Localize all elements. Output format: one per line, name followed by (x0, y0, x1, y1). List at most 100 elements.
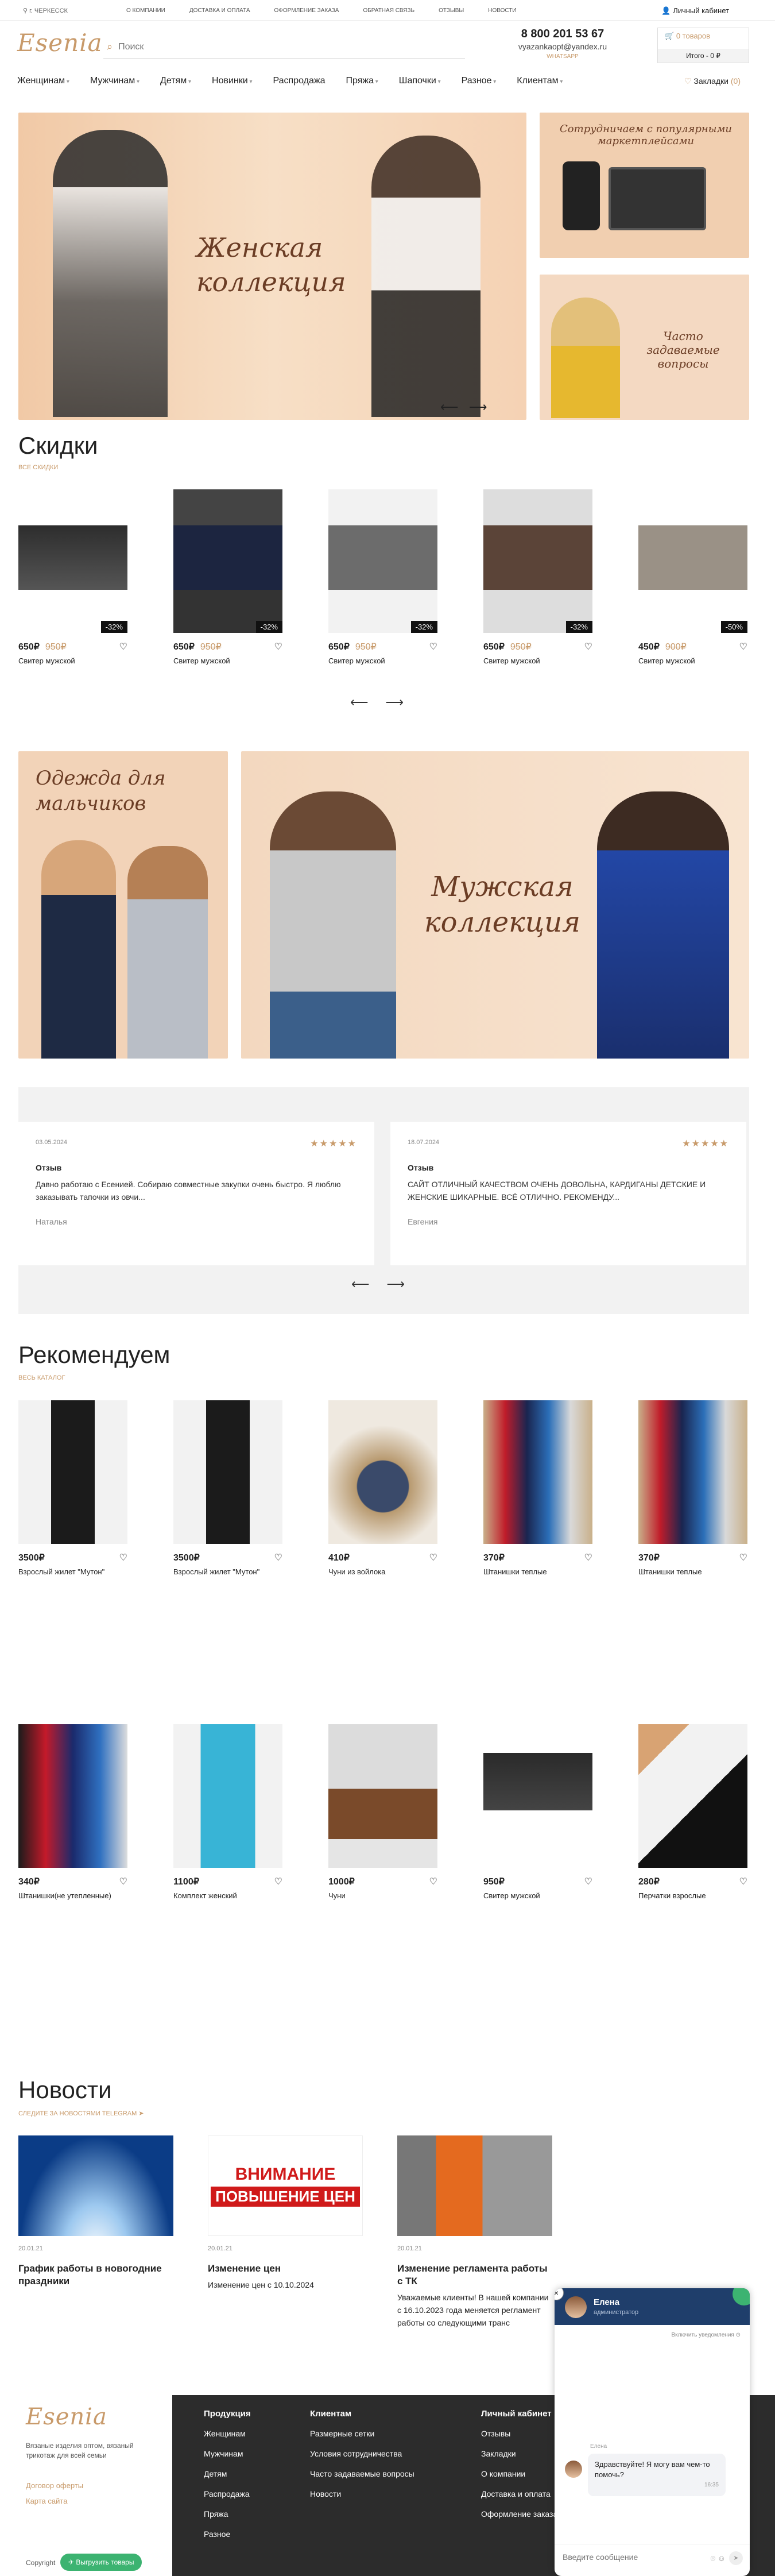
product-image[interactable] (173, 1724, 282, 1868)
product-name[interactable]: Свитер мужской (483, 1891, 592, 1901)
product-card[interactable]: -50% 450₽ 900₽ ♡ Свитер мужской (638, 489, 747, 666)
product-image[interactable]: -32% (483, 489, 592, 633)
top-link-delivery[interactable]: ДОСТАВКА И ОПЛАТА (189, 7, 250, 14)
product-card[interactable]: 3500₽ ♡ Взрослый жилет "Мутон" (173, 1400, 282, 1577)
telegram-link[interactable]: СЛЕДИТЕ ЗА НОВОСТЯМИ TELEGRAM ➤ (18, 2110, 144, 2117)
product-name[interactable]: Свитер мужской (18, 656, 127, 666)
nav-hats[interactable]: Шапочки (399, 76, 441, 86)
product-card[interactable]: 1000₽ ♡ Чуни (328, 1724, 437, 1901)
footer-link[interactable]: Часто задаваемые вопросы (310, 2464, 414, 2484)
product-image[interactable] (173, 1400, 282, 1544)
whatsapp-link[interactable]: WHATSAPP (505, 53, 620, 60)
marketplaces-banner[interactable]: Сотрудничаем с популярными маркетплейсам… (540, 113, 749, 258)
arrow-left-icon[interactable]: ⟵ (351, 1277, 370, 1292)
faq-banner[interactable]: Часто задаваемые вопросы (540, 275, 749, 420)
heart-icon[interactable]: ♡ (429, 1876, 437, 1887)
product-card[interactable]: 280₽ ♡ Перчатки взрослые (638, 1724, 747, 1901)
nav-clients[interactable]: Клиентам (517, 76, 563, 86)
heart-icon[interactable]: ♡ (584, 1552, 592, 1563)
product-image[interactable] (328, 1400, 437, 1544)
nav-yarn[interactable]: Пряжа (346, 76, 378, 86)
product-name[interactable]: Чуни (328, 1891, 437, 1901)
offer-link[interactable]: Договор оферты (26, 2481, 83, 2490)
product-image[interactable]: -32% (328, 489, 437, 633)
nav-men[interactable]: Мужчинам (90, 76, 140, 86)
product-image[interactable] (328, 1724, 437, 1868)
banner-arrows[interactable]: ⟵ ⟶ (440, 400, 487, 415)
chat-widget[interactable]: Елена администратор × Включить уведомлен… (555, 2288, 750, 2576)
arrow-right-icon[interactable]: ⟶ (387, 1277, 405, 1292)
nav-kids[interactable]: Детям (160, 76, 191, 86)
news-card[interactable]: 20.01.21 Изменение регламента работы с Т… (397, 2135, 552, 2329)
product-name[interactable]: Свитер мужской (328, 656, 437, 666)
heart-icon[interactable]: ♡ (429, 1552, 437, 1563)
product-name[interactable]: Взрослый жилет "Мутон" (173, 1567, 282, 1577)
email[interactable]: vyazankaopt@yandex.ru (505, 42, 620, 51)
product-image[interactable] (18, 1724, 127, 1868)
women-collection-banner[interactable]: Женская коллекция ⟵ ⟶ (18, 113, 526, 420)
product-card[interactable]: 340₽ ♡ Штанишки(не утепленные) (18, 1724, 127, 1901)
product-name[interactable]: Перчатки взрослые (638, 1891, 747, 1901)
heart-icon[interactable]: ♡ (429, 641, 437, 652)
product-card[interactable]: 3500₽ ♡ Взрослый жилет "Мутон" (18, 1400, 127, 1577)
boys-banner[interactable]: Одежда для мальчиков (18, 751, 228, 1059)
footer-link[interactable]: Доставка и оплата (481, 2484, 557, 2504)
footer-link[interactable]: Оформление заказа (481, 2504, 557, 2524)
chat-input[interactable] (563, 2552, 695, 2562)
top-link-order[interactable]: ОФОРМЛЕНИЕ ЗАКАЗА (274, 7, 339, 14)
city-selector[interactable]: ⚲ г. ЧЕРКЕССК (23, 7, 68, 14)
product-name[interactable]: Свитер мужской (638, 656, 747, 666)
top-link-feedback[interactable]: ОБРАТНАЯ СВЯЗЬ (363, 7, 414, 14)
product-image[interactable]: -32% (173, 489, 282, 633)
nav-new[interactable]: Новинки (212, 76, 252, 86)
top-link-reviews[interactable]: ОТЗЫВЫ (439, 7, 464, 14)
footer-link[interactable]: Распродажа (204, 2484, 251, 2504)
heart-icon[interactable]: ♡ (274, 1552, 282, 1563)
news-image[interactable] (18, 2135, 173, 2236)
phone-number[interactable]: 8 800 201 53 67 (505, 28, 620, 41)
search-icon[interactable]: ⌕ (107, 41, 113, 53)
news-title[interactable]: Изменение цен (208, 2262, 363, 2275)
product-card[interactable]: -32% 650₽ 950₽ ♡ Свитер мужской (328, 489, 437, 666)
search-input[interactable] (118, 41, 440, 52)
heart-icon[interactable]: ♡ (739, 1552, 747, 1563)
cart-widget[interactable]: 🛒 0 товаров Итого - 0 ₽ (657, 28, 749, 63)
product-name[interactable]: Комплект женский (173, 1891, 282, 1901)
product-card[interactable]: -32% 650₽ 950₽ ♡ Свитер мужской (173, 489, 282, 666)
favorites-link[interactable]: ♡ Закладки (0) (684, 76, 741, 86)
product-name[interactable]: Штанишки теплые (638, 1567, 747, 1577)
nav-sale[interactable]: Распродажа (273, 76, 326, 86)
sitemap-link[interactable]: Карта сайта (26, 2497, 67, 2505)
product-card[interactable]: 370₽ ♡ Штанишки теплые (483, 1400, 592, 1577)
footer-logo[interactable]: Esenia (26, 2404, 107, 2430)
notifications-toggle[interactable]: Включить уведомления ⊙ (671, 2332, 741, 2338)
product-name[interactable]: Чуни из войлока (328, 1567, 437, 1577)
attach-icon[interactable]: ⌾ (711, 2554, 715, 2563)
footer-link[interactable]: Новости (310, 2484, 414, 2504)
review-card[interactable]: 18.07.2024 ★★★★★ Отзыв САЙТ ОТЛИЧНЫЙ КАЧ… (390, 1122, 746, 1265)
top-link-about[interactable]: О КОМПАНИИ (126, 7, 165, 14)
product-card[interactable]: 370₽ ♡ Штанишки теплые (638, 1400, 747, 1577)
export-button[interactable]: ✈ Выгрузить товары (60, 2554, 142, 2571)
footer-link[interactable]: Закладки (481, 2444, 557, 2464)
product-image[interactable]: -50% (638, 489, 747, 633)
news-image[interactable]: ВНИМАНИЕ ПОВЫШЕНИЕ ЦЕН (208, 2135, 363, 2236)
heart-icon[interactable]: ♡ (119, 1552, 127, 1563)
product-card[interactable]: 1100₽ ♡ Комплект женский (173, 1724, 282, 1901)
logo[interactable]: Esenia (17, 29, 103, 57)
product-name[interactable]: Свитер мужской (173, 656, 282, 666)
review-card[interactable]: 03.05.2024 ★★★★★ Отзыв Давно работаю с Е… (18, 1122, 374, 1265)
heart-icon[interactable]: ♡ (584, 641, 592, 652)
product-name[interactable]: Штанишки(не утепленные) (18, 1891, 127, 1901)
footer-link[interactable]: Отзывы (481, 2424, 557, 2444)
account-link[interactable]: 👤 Личный кабинет (661, 6, 729, 16)
product-card[interactable]: 950₽ ♡ Свитер мужской (483, 1724, 592, 1901)
arrow-right-icon[interactable]: ⟶ (386, 695, 404, 710)
product-name[interactable]: Штанишки теплые (483, 1567, 592, 1577)
nav-misc[interactable]: Разное (462, 76, 497, 86)
top-link-news[interactable]: НОВОСТИ (488, 7, 516, 14)
heart-icon[interactable]: ♡ (584, 1876, 592, 1887)
heart-icon[interactable]: ♡ (119, 1876, 127, 1887)
send-icon[interactable]: ➤ (729, 2551, 743, 2565)
nav-women[interactable]: Женщинам (17, 76, 69, 86)
